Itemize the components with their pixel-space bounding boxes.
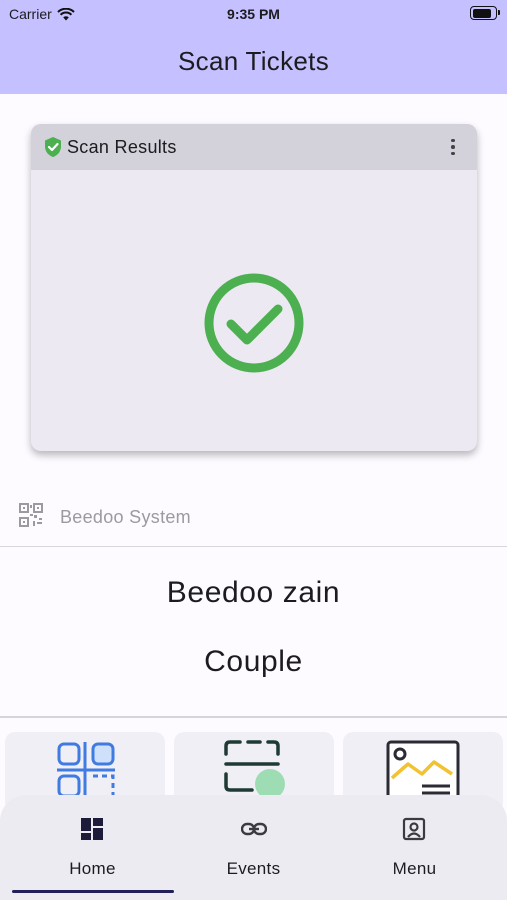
image-gallery-icon xyxy=(386,740,460,800)
status-bar: Carrier 9:35 PM xyxy=(0,0,507,28)
scan-result-header: Scan Results xyxy=(31,124,477,170)
ticket-system-row: Beedoo System xyxy=(0,492,507,547)
system-label: Beedoo System xyxy=(60,507,191,527)
bottom-navigation: Home Events Menu xyxy=(0,795,507,900)
app-bar: Scan Tickets xyxy=(0,28,507,94)
dashboard-icon xyxy=(81,818,103,840)
nav-item-home[interactable]: Home xyxy=(8,795,177,900)
page-title: Scan Tickets xyxy=(178,45,329,76)
nav-label-menu: Menu xyxy=(392,859,437,878)
nav-item-menu[interactable]: Menu xyxy=(330,795,499,900)
nav-label-events: Events xyxy=(226,859,281,878)
account-box-icon xyxy=(402,817,426,841)
more-dot-icon xyxy=(451,151,455,156)
status-time: 9:35 PM xyxy=(227,6,280,22)
section-divider xyxy=(0,716,507,718)
ticket-holder-name: Beedoo zain xyxy=(166,576,341,609)
qr-code-scan-icon xyxy=(57,742,115,798)
qr-code-icon xyxy=(19,503,43,527)
ticket-type: Couple xyxy=(204,645,303,678)
more-dot-icon xyxy=(451,145,455,149)
battery-level xyxy=(472,8,492,18)
success-check-icon xyxy=(204,273,304,373)
nav-active-indicator xyxy=(12,890,174,893)
nav-item-events[interactable]: Events xyxy=(169,795,338,900)
scan-result-card: Scan Results xyxy=(31,124,477,451)
scan-result-title: Scan Results xyxy=(67,136,177,157)
ticket-scan-icon xyxy=(224,740,285,799)
more-dot-icon xyxy=(451,138,455,143)
battery-icon xyxy=(470,6,500,20)
more-options-button[interactable] xyxy=(443,136,463,158)
verified-shield-icon xyxy=(45,137,61,157)
link-icon xyxy=(241,822,267,836)
nav-label-home: Home xyxy=(69,859,116,878)
